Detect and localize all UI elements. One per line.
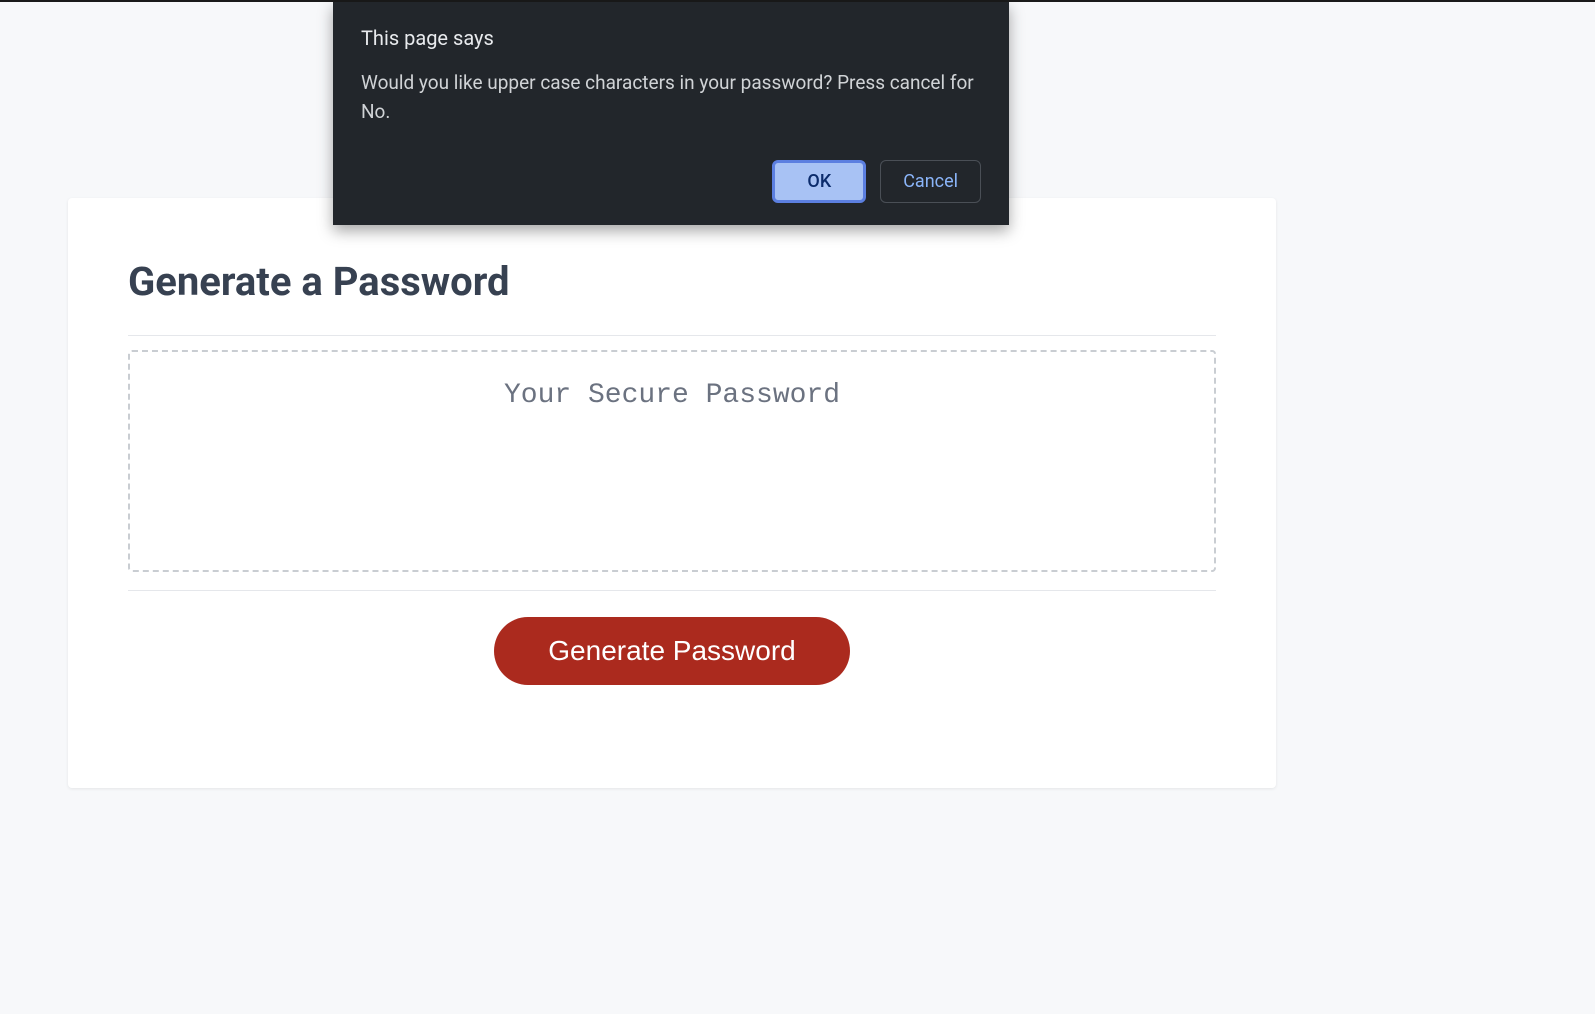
confirm-dialog: This page says Would you like upper case…: [333, 2, 1009, 225]
dialog-message: Would you like upper case characters in …: [361, 68, 981, 150]
dialog-ok-button[interactable]: OK: [772, 160, 866, 203]
divider-top: [128, 335, 1216, 336]
divider-bottom: [128, 590, 1216, 591]
password-generator-card: Generate a Password Generate Password: [68, 198, 1276, 788]
generate-password-button[interactable]: Generate Password: [494, 617, 849, 685]
dialog-cancel-button[interactable]: Cancel: [880, 160, 981, 203]
password-output[interactable]: [128, 350, 1216, 572]
dialog-title: This page says: [361, 26, 981, 50]
button-row: Generate Password: [128, 617, 1216, 685]
dialog-actions: OK Cancel: [361, 160, 981, 203]
card-title: Generate a Password: [128, 258, 1216, 305]
